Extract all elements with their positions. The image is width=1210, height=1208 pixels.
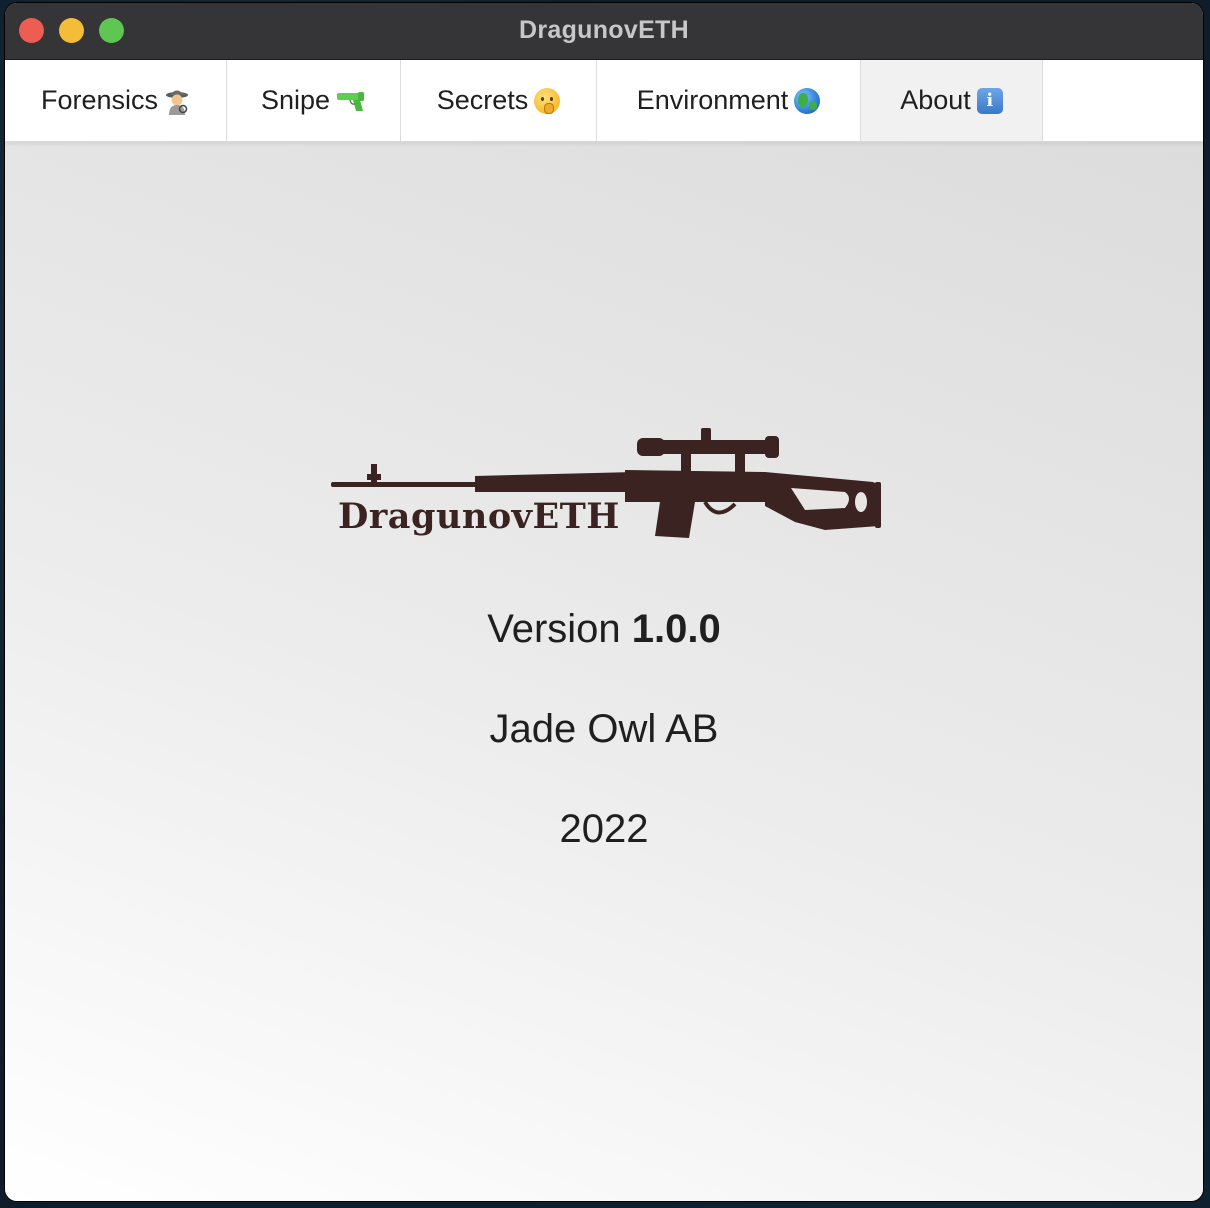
logo-text: DragunovETH	[338, 496, 620, 537]
app-window: DragunovETH Forensics Snipe Secrets Envi…	[5, 3, 1203, 1201]
version-prefix: Version	[487, 607, 621, 651]
window-title: DragunovETH	[519, 16, 689, 44]
tab-about[interactable]: About i	[861, 60, 1043, 141]
shushing-face-icon	[534, 87, 561, 114]
tab-environment[interactable]: Environment	[597, 60, 861, 141]
tab-environment-label: Environment	[636, 85, 789, 115]
tab-snipe[interactable]: Snipe	[227, 60, 401, 141]
globe-icon	[794, 87, 821, 114]
tab-forensics[interactable]: Forensics	[5, 60, 227, 141]
company-name: Jade Owl AB	[489, 707, 719, 751]
version-number: 1.0.0	[631, 607, 721, 651]
detective-icon	[164, 87, 190, 115]
tab-secrets[interactable]: Secrets	[401, 60, 597, 141]
dragunov-logo: DragunovETH	[325, 426, 881, 546]
tab-forensics-label: Forensics	[40, 85, 159, 115]
copyright-year: 2022	[559, 807, 649, 851]
information-icon: i	[976, 87, 1003, 114]
about-panel: DragunovETH Version 1.0.0 Jade Owl AB 20…	[5, 141, 1203, 1201]
tab-secrets-label: Secrets	[436, 85, 529, 115]
tab-about-label: About	[900, 85, 971, 115]
title-bar[interactable]: DragunovETH	[5, 3, 1203, 60]
tab-snipe-label: Snipe	[260, 85, 331, 115]
tab-bar: Forensics Snipe Secrets Environment Abou…	[5, 60, 1203, 142]
version-text: Version 1.0.0	[5, 607, 1203, 652]
water-pistol-icon	[336, 89, 366, 113]
